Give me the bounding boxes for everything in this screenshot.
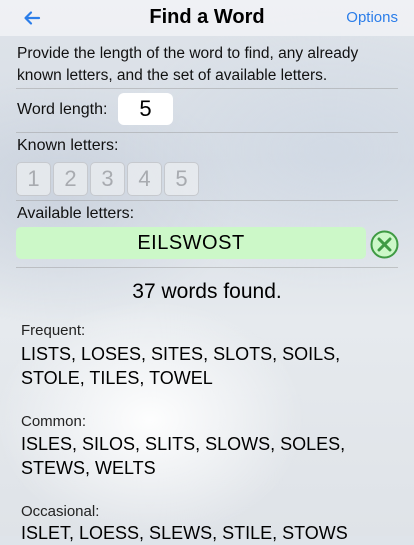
divider	[16, 200, 398, 201]
clear-button[interactable]	[370, 230, 399, 259]
clear-x-circle-icon	[370, 230, 399, 259]
divider	[16, 132, 398, 133]
frequent-label: Frequent:	[21, 322, 86, 339]
known-letter-slot-1[interactable]: 1	[16, 162, 51, 196]
available-letters-input[interactable]: EILSWOST	[16, 227, 366, 259]
known-letters-label: Known letters:	[17, 137, 119, 154]
word-length-input[interactable]: 5	[118, 93, 173, 125]
word-length-label: Word length:	[17, 101, 108, 118]
divider	[16, 88, 398, 89]
known-letter-slot-3[interactable]: 3	[90, 162, 125, 196]
occasional-words: ISLET, LOESS, SLEWS, STILE, STOWS	[21, 523, 348, 543]
available-letters-label: Available letters:	[17, 205, 135, 222]
common-label: Common:	[21, 413, 87, 430]
frequent-words: LISTS, LOSES, SITES, SLOTS, SOILS, STOLE…	[21, 344, 341, 388]
instructions-text: Provide the length of the word to find, …	[17, 45, 359, 84]
common-words: ISLES, SILOS, SLITS, SLOWS, SOLES, STEWS…	[21, 434, 346, 478]
result-count: 37 words found.	[132, 280, 282, 303]
known-letter-slot-4[interactable]: 4	[127, 162, 162, 196]
occasional-label: Occasional:	[21, 503, 100, 520]
known-letters-slots: 1 2 3 4 5	[16, 162, 199, 196]
known-letter-slot-2[interactable]: 2	[53, 162, 88, 196]
divider	[16, 267, 398, 268]
known-letter-slot-5[interactable]: 5	[164, 162, 199, 196]
options-button[interactable]: Options	[346, 9, 398, 26]
navigation-bar: Find a Word Options	[0, 0, 414, 36]
